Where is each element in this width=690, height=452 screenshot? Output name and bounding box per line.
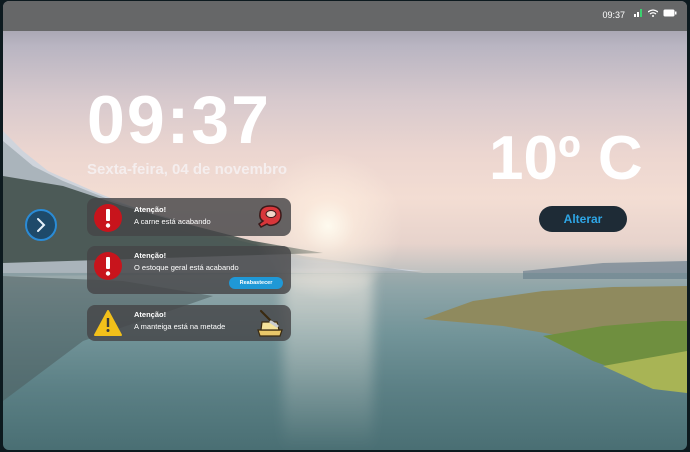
status-bar: 09:37 [3, 1, 687, 31]
warning-icon [94, 310, 122, 336]
notification-message: O estoque geral está acabando [134, 263, 239, 272]
sun-reflection [283, 271, 373, 450]
battery-icon [663, 9, 677, 17]
notification-card[interactable]: Atenção! A carne está acabando [87, 198, 291, 236]
notification-title: Atenção! [134, 205, 167, 214]
change-button[interactable]: Alterar [539, 206, 627, 232]
clock-time: 09:37 [87, 82, 271, 158]
notification-title: Atenção! [134, 251, 167, 260]
next-arrow-button[interactable] [25, 209, 57, 241]
notification-message: A manteiga está na metade [134, 322, 226, 331]
status-icons [634, 9, 677, 17]
notification-message: A carne está acabando [134, 217, 211, 226]
butter-icon [257, 309, 283, 337]
chevron-right-icon [37, 218, 46, 232]
notification-card[interactable]: Atenção! A manteiga está na metade [87, 305, 291, 341]
error-icon [94, 204, 122, 232]
error-icon [94, 252, 122, 280]
restock-button[interactable]: Reabastecer [229, 277, 283, 289]
clock-date: Sexta-feira, 04 de novembro [87, 161, 288, 178]
desktop-screen: 09:37 09:37 Sexta-feira, 04 de novembro … [3, 1, 687, 450]
status-time: 09:37 [602, 10, 625, 20]
temperature: 10º C [489, 124, 643, 193]
notification-title: Atenção! [134, 310, 167, 319]
meat-icon [257, 205, 282, 228]
wifi-icon [648, 9, 658, 17]
signal-icon [634, 9, 642, 17]
